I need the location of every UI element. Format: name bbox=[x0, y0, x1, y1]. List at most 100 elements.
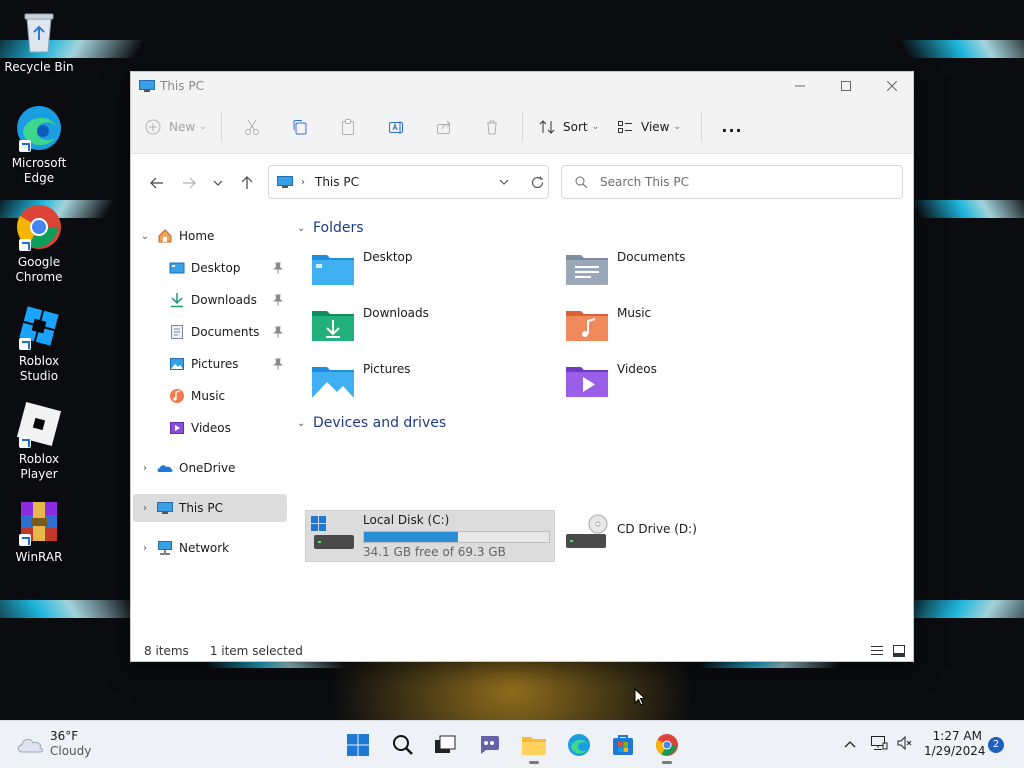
desktop-icon-label: WinRAR bbox=[15, 550, 63, 564]
sidebar-item-this-pc[interactable]: › This PC bbox=[133, 494, 287, 522]
paste-button[interactable] bbox=[324, 109, 372, 145]
drive-free-space: 34.1 GB free of 69.3 GB bbox=[363, 545, 506, 559]
details-view-icon[interactable] bbox=[871, 645, 883, 656]
sidebar-item-home[interactable]: ⌄ Home bbox=[133, 222, 287, 250]
maximize-button[interactable] bbox=[823, 72, 869, 100]
sidebar-item-documents[interactable]: Documents bbox=[133, 318, 287, 346]
divider bbox=[221, 111, 222, 142]
sidebar-item-network[interactable]: › Network bbox=[133, 534, 287, 562]
clock-time: 1:27 AM bbox=[932, 729, 982, 743]
chevron-down-icon: ⌄ bbox=[297, 417, 306, 429]
rename-button[interactable] bbox=[372, 109, 420, 145]
refresh-icon[interactable] bbox=[531, 176, 544, 189]
desktop-icon-recycle-bin[interactable]: Recycle Bin bbox=[0, 8, 78, 75]
documents-icon bbox=[566, 255, 608, 285]
taskbar-file-explorer[interactable] bbox=[520, 731, 548, 764]
address-bar[interactable]: › This PC bbox=[268, 165, 549, 199]
view-button[interactable]: View ⌄ bbox=[609, 109, 695, 145]
search-icon bbox=[575, 176, 588, 188]
drives-group-header[interactable]: ⌄ Devices and drives bbox=[297, 415, 446, 431]
weather-widget[interactable]: 36°F Cloudy bbox=[16, 729, 91, 759]
recent-locations-button[interactable] bbox=[205, 168, 231, 198]
start-button[interactable] bbox=[344, 731, 372, 759]
search-box[interactable] bbox=[561, 165, 903, 199]
more-options-button[interactable]: ... bbox=[708, 109, 756, 145]
new-button[interactable]: New ⌄ bbox=[145, 109, 215, 145]
delete-button[interactable] bbox=[468, 109, 516, 145]
folder-label: Documents bbox=[617, 250, 686, 264]
folder-tile-desktop[interactable]: Desktop bbox=[303, 240, 553, 292]
folder-tile-music[interactable]: Music bbox=[557, 296, 807, 348]
task-view-button[interactable] bbox=[431, 731, 459, 759]
desktop-icon-edge[interactable]: Microsoft Edge bbox=[0, 104, 78, 186]
title-bar[interactable]: This PC bbox=[131, 72, 913, 100]
folders-group-header[interactable]: ⌄ Folders bbox=[297, 220, 364, 236]
sidebar-item-label: This PC bbox=[179, 501, 223, 515]
network-status-button[interactable] bbox=[870, 735, 888, 754]
chevron-down-icon[interactable]: ⌄ bbox=[133, 231, 157, 242]
desktop-icon-roblox-studio[interactable]: Roblox Studio bbox=[0, 302, 78, 384]
sort-button[interactable]: Sort ⌄ bbox=[529, 109, 609, 145]
back-button[interactable] bbox=[141, 168, 173, 198]
teams-chat-button[interactable] bbox=[475, 731, 503, 759]
roblox-studio-icon bbox=[15, 302, 63, 350]
running-indicator bbox=[529, 761, 539, 764]
address-path[interactable]: This PC bbox=[315, 175, 359, 189]
sidebar-item-desktop[interactable]: Desktop bbox=[133, 254, 287, 282]
chevron-down-icon: ⌄ bbox=[673, 121, 682, 132]
volume-button[interactable] bbox=[896, 735, 912, 754]
desktop-icon-roblox-player[interactable]: Roblox Player bbox=[0, 400, 78, 482]
folder-tile-videos[interactable]: Videos bbox=[557, 352, 807, 404]
share-button[interactable] bbox=[420, 109, 468, 145]
show-hidden-icons-button[interactable] bbox=[844, 737, 856, 751]
up-button[interactable] bbox=[231, 168, 263, 198]
taskbar-chrome[interactable] bbox=[653, 731, 681, 764]
folder-tile-pictures[interactable]: Pictures bbox=[303, 352, 553, 404]
taskbar-store[interactable] bbox=[609, 731, 637, 759]
plus-circle-icon bbox=[145, 119, 161, 134]
desktop-icon-chrome[interactable]: Google Chrome bbox=[0, 203, 78, 285]
sidebar-item-label: Network bbox=[179, 541, 230, 555]
drive-tile-local-disk-c[interactable]: Local Disk (C:) 34.1 GB free of 69.3 GB bbox=[305, 510, 555, 562]
this-pc-icon bbox=[139, 80, 155, 92]
sidebar-item-onedrive[interactable]: › OneDrive bbox=[133, 454, 287, 482]
sidebar-item-music[interactable]: Music bbox=[133, 382, 287, 410]
chevron-right-icon: › bbox=[301, 176, 305, 188]
sidebar-item-label: Music bbox=[191, 389, 226, 403]
sidebar-item-downloads[interactable]: Downloads bbox=[133, 286, 287, 314]
chevron-right-icon[interactable]: › bbox=[133, 463, 157, 474]
chevron-right-icon[interactable]: › bbox=[133, 503, 157, 514]
folder-tile-downloads[interactable]: Downloads bbox=[303, 296, 553, 348]
taskbar-search-button[interactable] bbox=[389, 731, 417, 759]
close-button[interactable] bbox=[869, 72, 915, 100]
minimize-icon bbox=[795, 85, 805, 87]
sidebar-item-videos[interactable]: Videos bbox=[133, 414, 287, 442]
copy-button[interactable] bbox=[276, 109, 324, 145]
notification-badge[interactable]: 2 bbox=[988, 737, 1004, 753]
folder-tile-documents[interactable]: Documents bbox=[557, 240, 807, 292]
arrow-right-icon bbox=[183, 177, 196, 189]
taskbar-edge[interactable] bbox=[565, 731, 593, 759]
weather-temperature: 36°F bbox=[50, 729, 79, 743]
desktop-icon-label: Roblox Studio bbox=[18, 354, 60, 383]
cut-button[interactable] bbox=[228, 109, 276, 145]
search-input[interactable] bbox=[600, 175, 890, 189]
minimize-button[interactable] bbox=[777, 72, 823, 100]
large-icons-view-icon[interactable] bbox=[893, 645, 905, 657]
forward-button[interactable] bbox=[173, 168, 205, 198]
pin-icon[interactable] bbox=[273, 326, 283, 338]
desktop-icon-winrar[interactable]: WinRAR bbox=[0, 498, 78, 565]
pin-icon[interactable] bbox=[273, 294, 283, 306]
music-icon bbox=[170, 389, 184, 403]
drive-tile-cd-drive-d[interactable]: CD Drive (D:) bbox=[557, 510, 807, 562]
sidebar-item-pictures[interactable]: Pictures bbox=[133, 350, 287, 378]
pin-icon[interactable] bbox=[273, 358, 283, 370]
onedrive-icon bbox=[157, 465, 173, 472]
clock[interactable]: 1:27 AM 1/29/2024 bbox=[924, 729, 986, 759]
copy-icon bbox=[293, 119, 307, 134]
maximize-icon bbox=[841, 81, 851, 91]
pin-icon[interactable] bbox=[273, 262, 283, 274]
chevron-down-icon[interactable] bbox=[499, 179, 509, 185]
chevron-right-icon[interactable]: › bbox=[133, 543, 157, 554]
sidebar-item-label: Desktop bbox=[191, 261, 241, 275]
